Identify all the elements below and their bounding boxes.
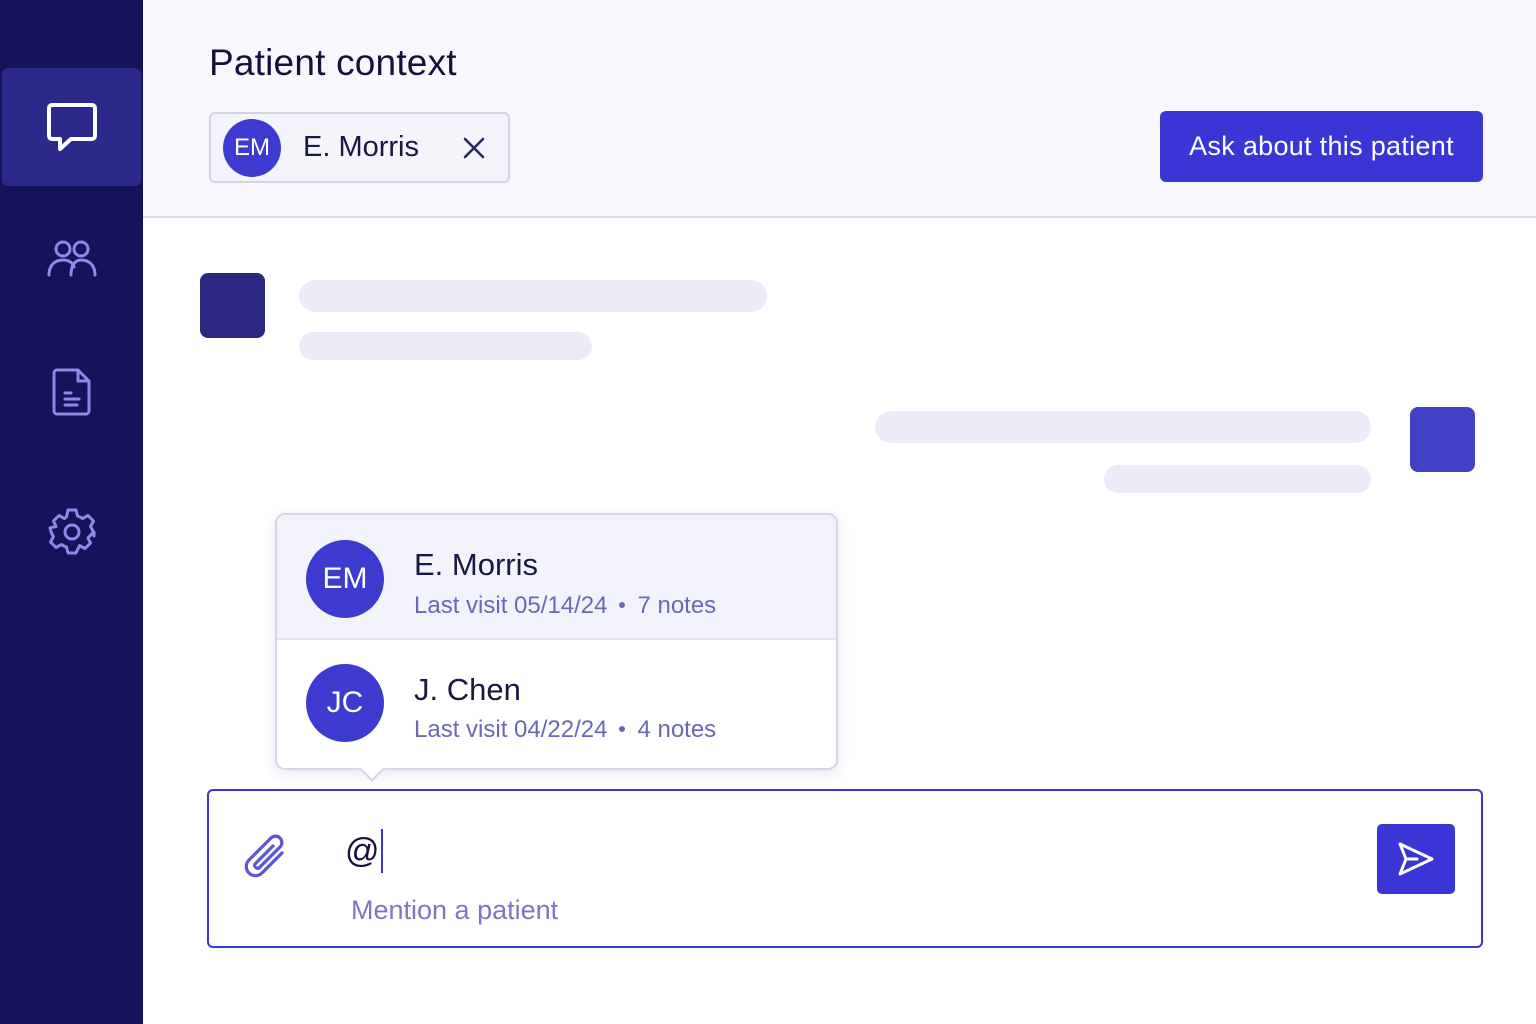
message-skeleton-line [299,280,767,312]
chip-patient-name: E. Morris [303,131,419,163]
avatar: EM [306,540,384,618]
message-skeleton-line [875,411,1371,443]
message-composer[interactable]: @ Mention a patient [207,789,1483,948]
avatar: JC [306,664,384,742]
notes-count: 4 notes [637,716,717,743]
users-icon [47,240,96,277]
header: Patient context EM E. Morris Ask about t… [143,0,1536,218]
mention-patient-name: E. Morris [414,547,538,582]
message-skeleton-line [1104,465,1371,493]
sidebar-item-documents[interactable] [0,333,143,451]
paperclip-icon [244,834,284,878]
chat-bubble-icon [46,103,97,151]
attach-button[interactable] [242,831,290,883]
mention-option-j-chen[interactable]: JC J. Chen Last visit 04/22/24 4 notes [277,642,836,767]
input-value: @ [345,831,380,870]
patient-context-chip[interactable]: EM E. Morris [209,112,510,183]
send-icon [1398,842,1434,876]
avatar: EM [223,118,281,177]
send-button[interactable] [1377,824,1455,894]
mention-patient-meta: Last visit 05/14/24 7 notes [414,592,716,620]
last-visit-text: Last visit 04/22/24 [414,716,608,743]
page-title: Patient context [209,42,457,83]
mention-option-e-morris[interactable]: EM E. Morris Last visit 05/14/24 7 notes [277,515,836,640]
sidebar-item-chat[interactable] [2,68,141,186]
sidebar-item-patients[interactable] [0,200,143,318]
composer-hint: Mention a patient [351,895,559,925]
close-icon [463,137,485,159]
user-avatar [1410,407,1475,472]
remove-chip-button[interactable] [460,134,488,162]
assistant-avatar [200,273,265,338]
sidebar-item-settings[interactable] [0,473,143,591]
notes-count: 7 notes [637,592,717,619]
mention-patient-name: J. Chen [414,672,521,707]
sidebar [0,0,143,1024]
message-skeleton-line [299,332,592,360]
message-input[interactable]: @ [345,829,383,873]
document-icon [52,368,90,416]
separator-dot [619,725,626,732]
ask-about-patient-button[interactable]: Ask about this patient [1160,111,1483,182]
last-visit-text: Last visit 05/14/24 [414,592,608,619]
gear-icon [48,508,95,555]
mention-patient-meta: Last visit 04/22/24 4 notes [414,716,716,744]
text-caret [380,829,383,873]
mention-popover: EM E. Morris Last visit 05/14/24 7 notes … [275,513,838,782]
separator-dot [619,601,626,608]
